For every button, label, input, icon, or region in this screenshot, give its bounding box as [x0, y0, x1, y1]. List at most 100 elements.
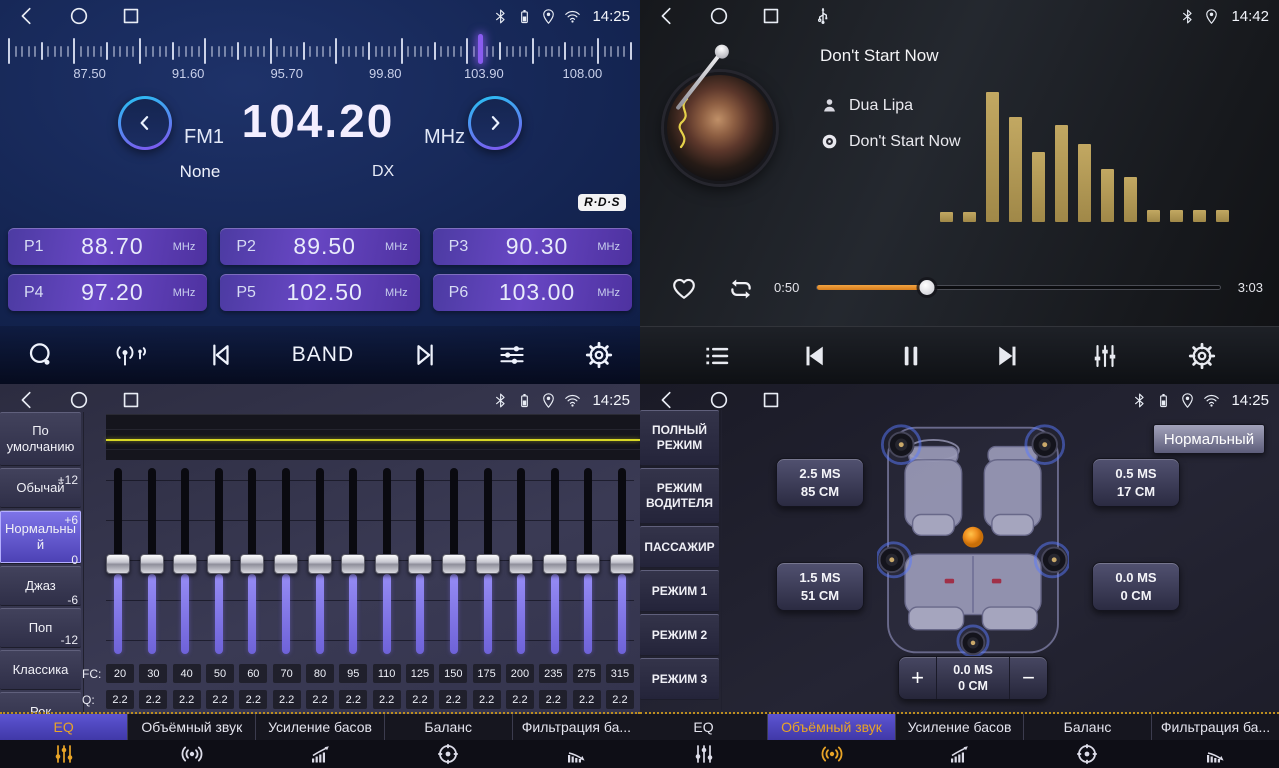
- recents-icon[interactable]: [120, 5, 142, 27]
- eq-band-slider-50[interactable]: [207, 466, 231, 656]
- eq-band-slider-30[interactable]: [140, 466, 164, 656]
- slider-handle[interactable]: [240, 554, 264, 574]
- equalizer-shortcut-icon[interactable]: [1090, 341, 1120, 371]
- fc-value-cell[interactable]: 30: [139, 664, 167, 683]
- tab-3[interactable]: Усиление басов: [256, 714, 384, 740]
- rear-left-delay-button[interactable]: 1.5 MS 51 CM: [776, 562, 864, 611]
- slider-handle[interactable]: [274, 554, 298, 574]
- staging-mode-3[interactable]: ПАССАЖИР: [640, 526, 719, 568]
- fc-value-cell[interactable]: 70: [273, 664, 301, 683]
- home-icon[interactable]: [708, 389, 730, 411]
- slider-handle[interactable]: [341, 554, 365, 574]
- q-value-cell[interactable]: 2.2: [173, 690, 201, 709]
- decrease-delay-button[interactable]: −: [1010, 657, 1047, 699]
- seek-up-button[interactable]: [468, 96, 522, 150]
- recents-icon[interactable]: [760, 389, 782, 411]
- fc-value-cell[interactable]: 80: [306, 664, 334, 683]
- previous-station-icon[interactable]: [205, 340, 235, 370]
- slider-handle[interactable]: [610, 554, 634, 574]
- tab-icon-cell-1[interactable]: [640, 742, 768, 766]
- eq-band-slider-200[interactable]: [509, 466, 533, 656]
- fc-value-cell[interactable]: 110: [373, 664, 401, 683]
- eq-band-slider-125[interactable]: [408, 466, 432, 656]
- fc-value-cell[interactable]: 275: [573, 664, 601, 683]
- pause-icon[interactable]: [896, 341, 926, 371]
- tab-4[interactable]: Баланс: [1024, 714, 1152, 740]
- tab-icon-cell-3[interactable]: [256, 742, 384, 766]
- previous-track-icon[interactable]: [799, 341, 829, 371]
- tab-icon-cell-4[interactable]: [384, 742, 512, 766]
- front-left-delay-button[interactable]: 2.5 MS 85 CM: [776, 458, 864, 507]
- broadcast-icon[interactable]: [113, 340, 149, 370]
- q-value-cell[interactable]: 2.2: [539, 690, 567, 709]
- tab-icon-cell-5[interactable]: [512, 742, 640, 766]
- eq-band-slider-70[interactable]: [274, 466, 298, 656]
- preset-button-p4[interactable]: P4 97.20 MHz: [8, 274, 207, 311]
- slider-handle[interactable]: [308, 554, 332, 574]
- back-icon[interactable]: [656, 389, 678, 411]
- back-icon[interactable]: [16, 5, 38, 27]
- staging-mode-5[interactable]: РЕЖИМ 2: [640, 614, 719, 656]
- tab-5[interactable]: Фильтрация ба...: [1152, 714, 1279, 740]
- tab-3[interactable]: Усиление басов: [896, 714, 1024, 740]
- q-value-cell[interactable]: 2.2: [239, 690, 267, 709]
- q-value-cell[interactable]: 2.2: [406, 690, 434, 709]
- eq-band-slider-235[interactable]: [543, 466, 567, 656]
- fc-value-cell[interactable]: 200: [506, 664, 534, 683]
- q-value-cell[interactable]: 2.2: [373, 690, 401, 709]
- tab-2[interactable]: Объёмный звук: [128, 714, 256, 740]
- q-value-cell[interactable]: 2.2: [606, 690, 634, 709]
- staging-mode-4[interactable]: РЕЖИМ 1: [640, 570, 719, 612]
- slider-handle[interactable]: [106, 554, 130, 574]
- q-value-cell[interactable]: 2.2: [106, 690, 134, 709]
- tab-5[interactable]: Фильтрация ба...: [513, 714, 640, 740]
- rear-right-delay-button[interactable]: 0.0 MS 0 CM: [1092, 562, 1180, 611]
- gear-icon[interactable]: [584, 340, 614, 370]
- next-station-icon[interactable]: [411, 340, 441, 370]
- eq-band-slider-150[interactable]: [442, 466, 466, 656]
- eq-band-slider-20[interactable]: [106, 466, 130, 656]
- scan-icon[interactable]: [26, 340, 56, 370]
- slider-handle[interactable]: [442, 554, 466, 574]
- fc-value-cell[interactable]: 95: [339, 664, 367, 683]
- eq-band-slider-95[interactable]: [341, 466, 365, 656]
- staging-mode-6[interactable]: РЕЖИМ 3: [640, 658, 719, 700]
- fc-value-cell[interactable]: 60: [239, 664, 267, 683]
- tab-icon-cell-3[interactable]: [896, 742, 1024, 766]
- q-value-cell[interactable]: 2.2: [206, 690, 234, 709]
- eq-band-slider-80[interactable]: [308, 466, 332, 656]
- repeat-icon[interactable]: [726, 274, 756, 304]
- slider-handle[interactable]: [173, 554, 197, 574]
- fc-value-cell[interactable]: 315: [606, 664, 634, 683]
- fc-value-cell[interactable]: 235: [539, 664, 567, 683]
- slider-handle[interactable]: [509, 554, 533, 574]
- staging-mode-2[interactable]: РЕЖИМ ВОДИТЕЛЯ: [640, 468, 719, 524]
- slider-handle[interactable]: [207, 554, 231, 574]
- increase-delay-button[interactable]: +: [899, 657, 936, 699]
- home-icon[interactable]: [708, 5, 730, 27]
- back-icon[interactable]: [656, 5, 678, 27]
- q-value-cell[interactable]: 2.2: [339, 690, 367, 709]
- playlist-icon[interactable]: [702, 341, 732, 371]
- audio-settings-icon[interactable]: [497, 340, 527, 370]
- gear-icon[interactable]: [1187, 341, 1217, 371]
- recents-icon[interactable]: [120, 389, 142, 411]
- slider-handle[interactable]: [543, 554, 567, 574]
- q-value-cell[interactable]: 2.2: [273, 690, 301, 709]
- back-icon[interactable]: [16, 389, 38, 411]
- slider-handle[interactable]: [140, 554, 164, 574]
- eq-band-slider-315[interactable]: [610, 466, 634, 656]
- home-icon[interactable]: [68, 389, 90, 411]
- tab-2[interactable]: Объёмный звук: [768, 714, 896, 740]
- eq-band-slider-110[interactable]: [375, 466, 399, 656]
- tab-icon-cell-1[interactable]: [0, 742, 128, 766]
- preset-button-p3[interactable]: P3 90.30 MHz: [433, 228, 632, 265]
- fc-value-cell[interactable]: 125: [406, 664, 434, 683]
- fc-value-cell[interactable]: 50: [206, 664, 234, 683]
- eq-band-slider-275[interactable]: [576, 466, 600, 656]
- q-value-cell[interactable]: 2.2: [473, 690, 501, 709]
- home-icon[interactable]: [68, 5, 90, 27]
- q-value-cell[interactable]: 2.2: [139, 690, 167, 709]
- eq-band-slider-60[interactable]: [240, 466, 264, 656]
- slider-handle[interactable]: [476, 554, 500, 574]
